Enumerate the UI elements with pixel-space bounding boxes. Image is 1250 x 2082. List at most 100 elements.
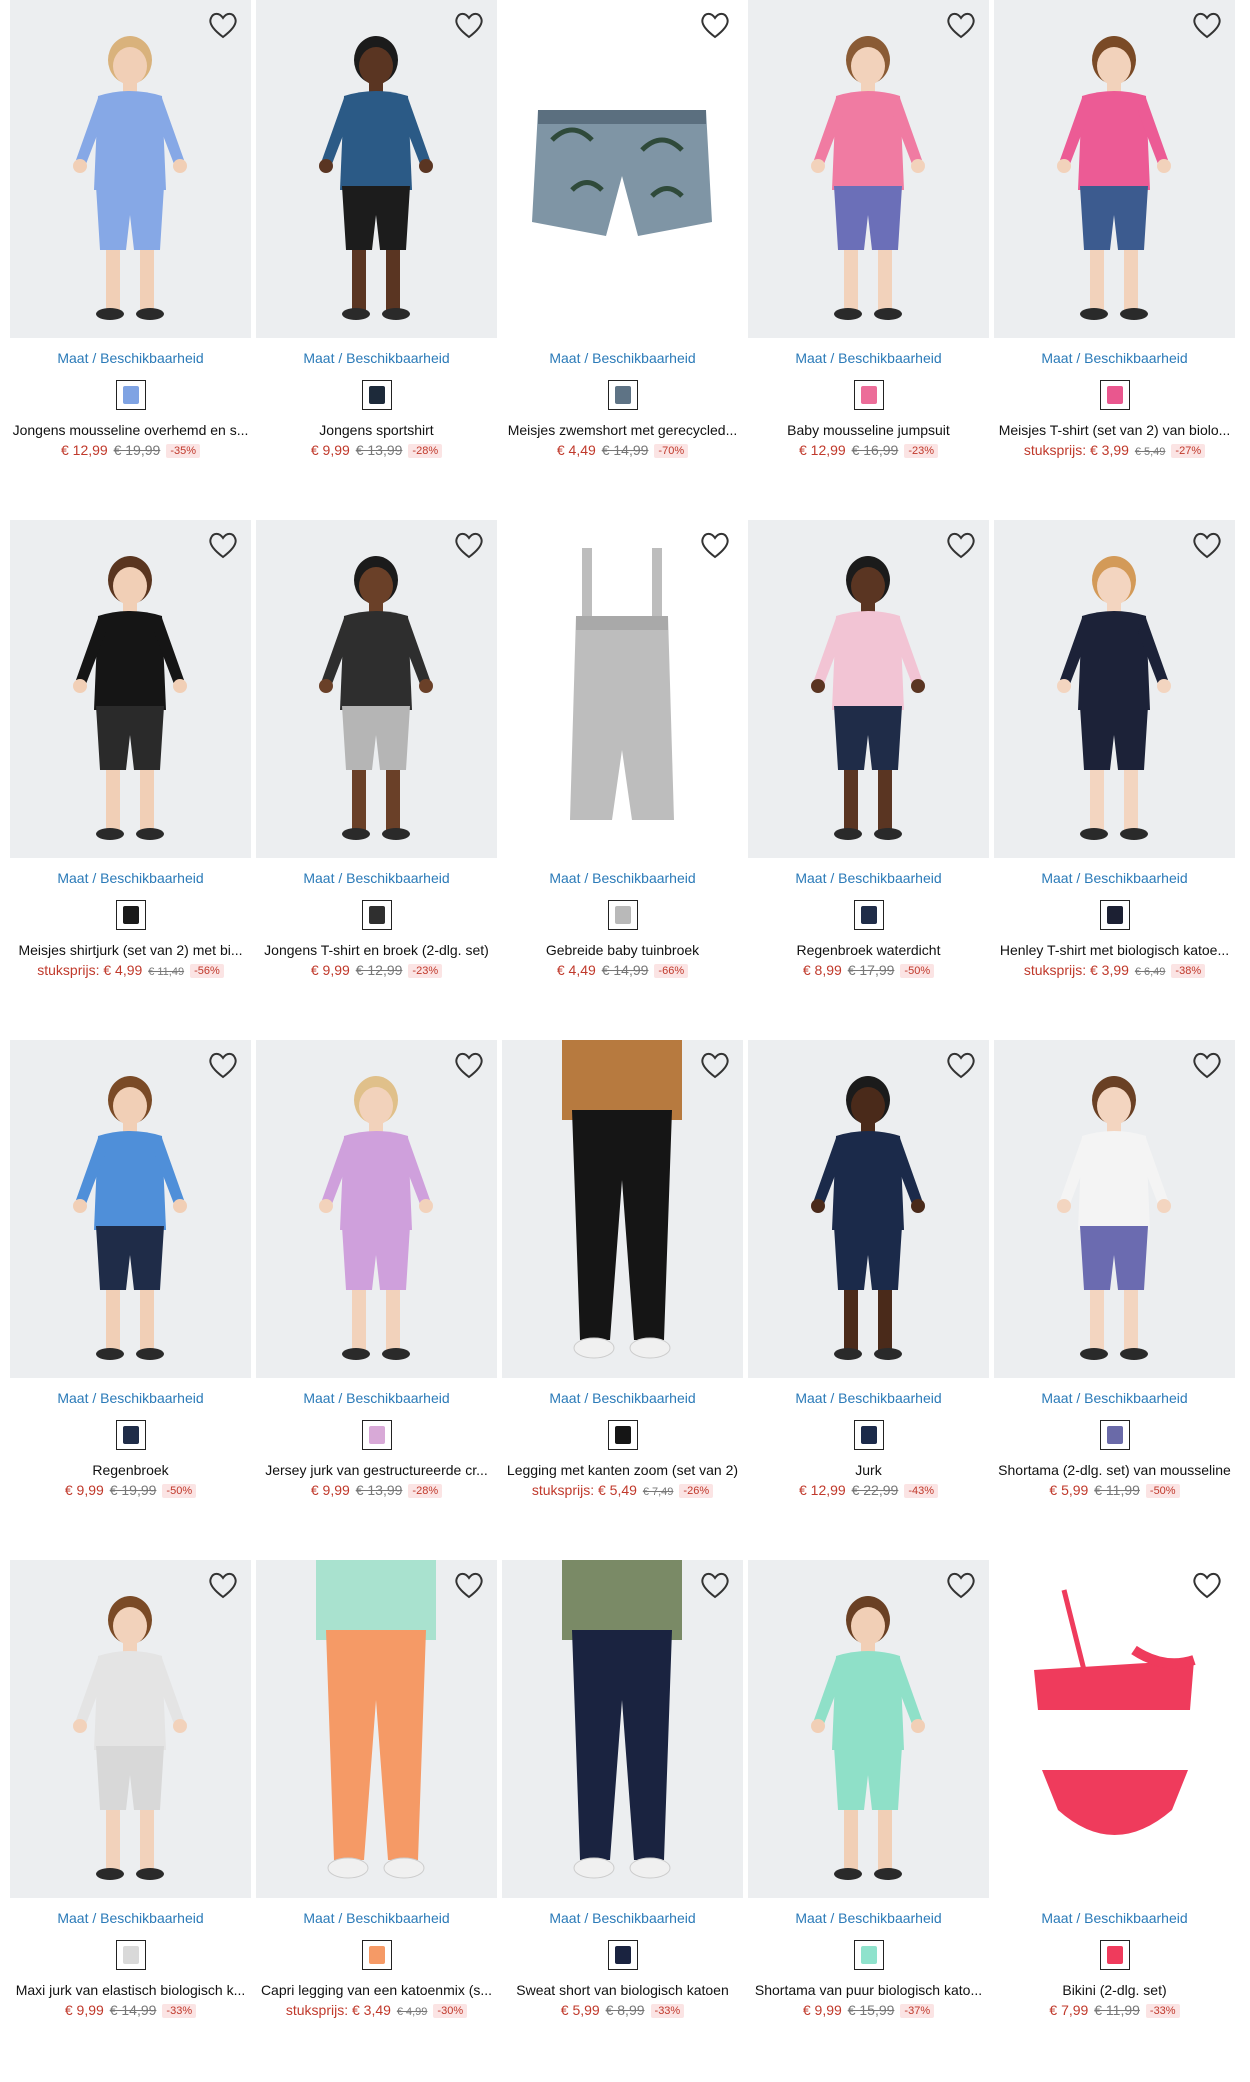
color-swatch[interactable] [115, 1420, 146, 1450]
product-card[interactable]: Maat / Beschikbaarheid Meisjes shirtjurk … [10, 520, 251, 1040]
product-card[interactable]: Maat / Beschikbaarheid Capri legging van … [256, 1560, 497, 2080]
product-image[interactable] [994, 1560, 1235, 1898]
product-title[interactable]: Meisjes shirtjurk (set van 2) met bi... [10, 942, 251, 958]
product-card[interactable]: Maat / Beschikbaarheid Meisjes zwemshort … [502, 0, 743, 520]
product-image[interactable] [748, 1560, 989, 1898]
product-image[interactable] [256, 1040, 497, 1378]
product-title[interactable]: Meisjes zwemshort met gerecycled... [502, 422, 743, 438]
product-card[interactable]: Maat / Beschikbaarheid Regenbroek € 9,99 €… [10, 1040, 251, 1560]
product-title[interactable]: Henley T-shirt met biologisch katoe... [994, 942, 1235, 958]
product-title[interactable]: Jersey jurk van gestructureerde cr... [256, 1462, 497, 1478]
wishlist-heart-icon[interactable] [207, 1050, 239, 1080]
wishlist-heart-icon[interactable] [453, 530, 485, 560]
product-image[interactable] [256, 520, 497, 858]
color-swatch[interactable] [607, 380, 638, 410]
wishlist-heart-icon[interactable] [1191, 530, 1223, 560]
size-availability-link[interactable]: Maat / Beschikbaarheid [994, 870, 1235, 886]
size-availability-link[interactable]: Maat / Beschikbaarheid [748, 350, 989, 366]
product-card[interactable]: Maat / Beschikbaarheid Sweat short van bi… [502, 1560, 743, 2080]
product-image[interactable] [256, 1560, 497, 1898]
size-availability-link[interactable]: Maat / Beschikbaarheid [502, 1910, 743, 1926]
wishlist-heart-icon[interactable] [1191, 1570, 1223, 1600]
color-swatch[interactable] [607, 1940, 638, 1970]
wishlist-heart-icon[interactable] [945, 10, 977, 40]
product-image[interactable] [502, 1040, 743, 1378]
product-title[interactable]: Jongens sportshirt [256, 422, 497, 438]
color-swatch[interactable] [361, 900, 392, 930]
wishlist-heart-icon[interactable] [699, 1050, 731, 1080]
product-card[interactable]: Maat / Beschikbaarheid Gebreide baby tuin… [502, 520, 743, 1040]
color-swatch[interactable] [853, 380, 884, 410]
product-image[interactable] [748, 1040, 989, 1378]
product-title[interactable]: Bikini (2-dlg. set) [994, 1982, 1235, 1998]
color-swatch[interactable] [607, 1420, 638, 1450]
size-availability-link[interactable]: Maat / Beschikbaarheid [748, 1910, 989, 1926]
product-card[interactable]: Maat / Beschikbaarheid Jersey jurk van ge… [256, 1040, 497, 1560]
product-title[interactable]: Meisjes T-shirt (set van 2) van biolo... [994, 422, 1235, 438]
color-swatch[interactable] [1099, 1940, 1130, 1970]
product-image[interactable] [994, 520, 1235, 858]
size-availability-link[interactable]: Maat / Beschikbaarheid [748, 870, 989, 886]
size-availability-link[interactable]: Maat / Beschikbaarheid [256, 350, 497, 366]
wishlist-heart-icon[interactable] [453, 1570, 485, 1600]
product-title[interactable]: Jongens mousseline overhemd en s... [10, 422, 251, 438]
wishlist-heart-icon[interactable] [207, 10, 239, 40]
size-availability-link[interactable]: Maat / Beschikbaarheid [10, 1390, 251, 1406]
product-card[interactable]: Maat / Beschikbaarheid Bikini (2-dlg. set… [994, 1560, 1235, 2080]
color-swatch[interactable] [115, 900, 146, 930]
size-availability-link[interactable]: Maat / Beschikbaarheid [256, 1390, 497, 1406]
product-card[interactable]: Maat / Beschikbaarheid Jongens T-shirt en… [256, 520, 497, 1040]
wishlist-heart-icon[interactable] [207, 530, 239, 560]
color-swatch[interactable] [361, 1420, 392, 1450]
size-availability-link[interactable]: Maat / Beschikbaarheid [256, 1910, 497, 1926]
product-title[interactable]: Maxi jurk van elastisch biologisch k... [10, 1982, 251, 1998]
product-card[interactable]: Maat / Beschikbaarheid Jongens mousseline… [10, 0, 251, 520]
product-image[interactable] [748, 520, 989, 858]
color-swatch[interactable] [361, 1940, 392, 1970]
wishlist-heart-icon[interactable] [945, 530, 977, 560]
product-title[interactable]: Regenbroek [10, 1462, 251, 1478]
product-card[interactable]: Maat / Beschikbaarheid Jongens sportshirt… [256, 0, 497, 520]
product-card[interactable]: Maat / Beschikbaarheid Shortama (2-dlg. s… [994, 1040, 1235, 1560]
product-card[interactable]: Maat / Beschikbaarheid Jurk € 12,99 € 22,9… [748, 1040, 989, 1560]
color-swatch[interactable] [1099, 900, 1130, 930]
product-title[interactable]: Jongens T-shirt en broek (2-dlg. set) [256, 942, 497, 958]
color-swatch[interactable] [853, 900, 884, 930]
product-image[interactable] [10, 1040, 251, 1378]
product-image[interactable] [502, 1560, 743, 1898]
product-title[interactable]: Shortama van puur biologisch kato... [748, 1982, 989, 1998]
wishlist-heart-icon[interactable] [945, 1570, 977, 1600]
color-swatch[interactable] [115, 1940, 146, 1970]
size-availability-link[interactable]: Maat / Beschikbaarheid [502, 1390, 743, 1406]
wishlist-heart-icon[interactable] [207, 1570, 239, 1600]
size-availability-link[interactable]: Maat / Beschikbaarheid [748, 1390, 989, 1406]
size-availability-link[interactable]: Maat / Beschikbaarheid [502, 350, 743, 366]
product-image[interactable] [10, 1560, 251, 1898]
color-swatch[interactable] [1099, 1420, 1130, 1450]
wishlist-heart-icon[interactable] [699, 10, 731, 40]
product-image[interactable] [502, 520, 743, 858]
product-title[interactable]: Capri legging van een katoenmix (s... [256, 1982, 497, 1998]
product-image[interactable] [502, 0, 743, 338]
color-swatch[interactable] [115, 380, 146, 410]
wishlist-heart-icon[interactable] [1191, 10, 1223, 40]
product-image[interactable] [994, 0, 1235, 338]
size-availability-link[interactable]: Maat / Beschikbaarheid [256, 870, 497, 886]
wishlist-heart-icon[interactable] [699, 530, 731, 560]
size-availability-link[interactable]: Maat / Beschikbaarheid [994, 1910, 1235, 1926]
wishlist-heart-icon[interactable] [453, 10, 485, 40]
color-swatch[interactable] [361, 380, 392, 410]
product-card[interactable]: Maat / Beschikbaarheid Henley T-shirt met… [994, 520, 1235, 1040]
size-availability-link[interactable]: Maat / Beschikbaarheid [10, 1910, 251, 1926]
product-title[interactable]: Shortama (2-dlg. set) van mousseline [994, 1462, 1235, 1478]
color-swatch[interactable] [853, 1420, 884, 1450]
product-card[interactable]: Maat / Beschikbaarheid Shortama van puur … [748, 1560, 989, 2080]
product-image[interactable] [10, 520, 251, 858]
product-image[interactable] [994, 1040, 1235, 1378]
product-card[interactable]: Maat / Beschikbaarheid Meisjes T-shirt (s… [994, 0, 1235, 520]
color-swatch[interactable] [1099, 380, 1130, 410]
size-availability-link[interactable]: Maat / Beschikbaarheid [994, 350, 1235, 366]
color-swatch[interactable] [607, 900, 638, 930]
product-title[interactable]: Legging met kanten zoom (set van 2) [502, 1462, 743, 1478]
product-card[interactable]: Maat / Beschikbaarheid Maxi jurk van elas… [10, 1560, 251, 2080]
